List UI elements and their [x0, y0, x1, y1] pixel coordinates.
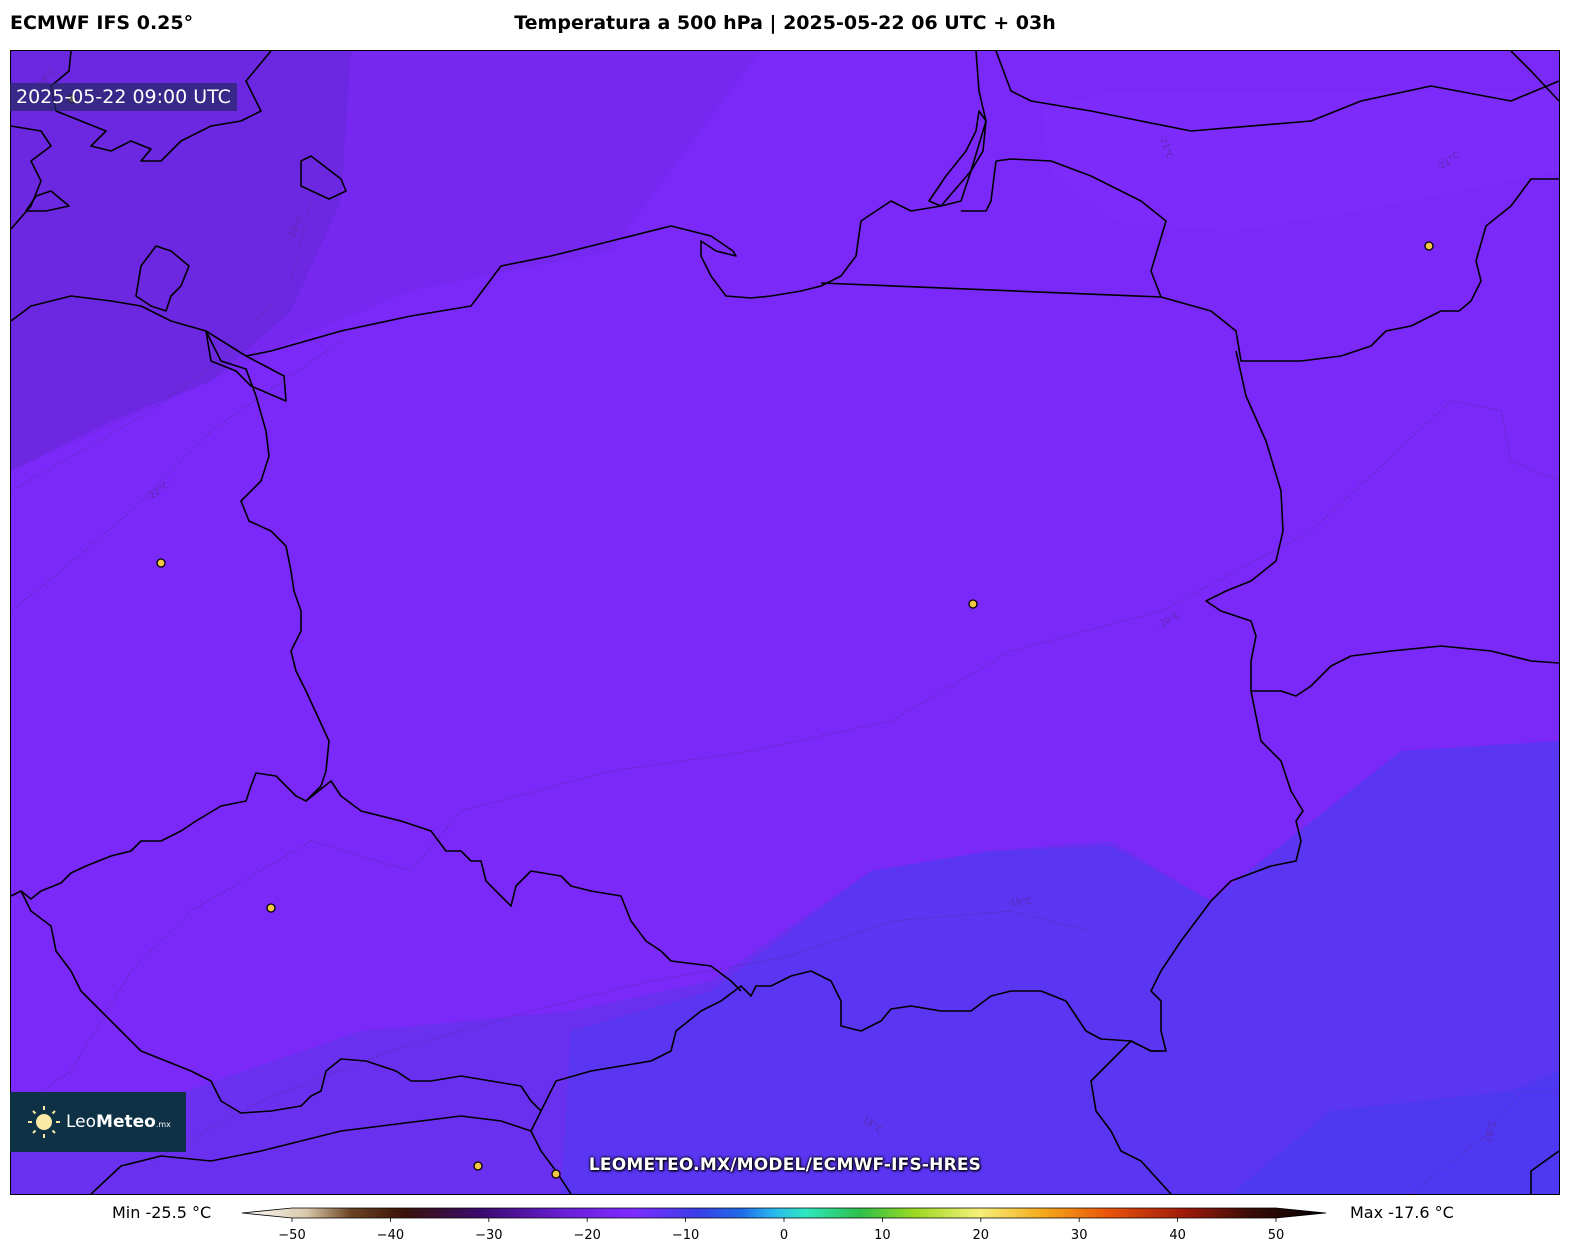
colorbar-tick-label: 40 — [1169, 1228, 1186, 1243]
map-title: Temperatura a 500 hPa | 2025-05-22 06 UT… — [514, 12, 1056, 34]
city-marker-vilnius[interactable] — [1424, 241, 1434, 251]
city-marker-berlin[interactable] — [156, 558, 166, 568]
colorbar: −50 −40 −30 −20 −10 0 10 20 30 40 50 — [241, 1207, 1327, 1243]
min-value-label: Min -25.5 °C — [112, 1203, 212, 1222]
colorbar-tick-label: 30 — [1071, 1228, 1088, 1243]
colorbar-tick-label: 50 — [1268, 1228, 1285, 1243]
sun-icon — [28, 1106, 60, 1138]
logo-text: LeoMeteo.mx — [66, 1112, 171, 1132]
colorbar-tick-label: 20 — [973, 1228, 990, 1243]
max-value-label: Max -17.6 °C — [1350, 1203, 1454, 1222]
colorbar-tick-label: −10 — [672, 1228, 699, 1243]
colorbar-ticks: −50 −40 −30 −20 −10 0 10 20 30 40 50 — [278, 1218, 1284, 1243]
colorbar-tick-label: −40 — [377, 1228, 404, 1243]
colorbar-gradient — [241, 1207, 1327, 1219]
colorbar-tick-label: −20 — [573, 1228, 600, 1243]
source-watermark: LEOMETEO.MX/MODEL/ECMWF-IFS-HRES — [588, 1155, 982, 1175]
map-panel[interactable]: -24°C -23°C -22°C -21°C -21°C -20°C -19°… — [10, 50, 1560, 1195]
temperature-map: -24°C -23°C -22°C -21°C -21°C -20°C -19°… — [11, 51, 1559, 1194]
colorbar-tick-label: 0 — [780, 1228, 788, 1243]
city-marker-warsaw[interactable] — [968, 599, 978, 609]
colorbar-tick-label: −30 — [475, 1228, 502, 1243]
city-marker-prague[interactable] — [266, 903, 276, 913]
leometeo-logo[interactable]: LeoMeteo.mx — [10, 1092, 186, 1152]
colorbar-tick-label: −50 — [278, 1228, 305, 1243]
colorbar-tick-label: 10 — [874, 1228, 891, 1243]
valid-time-badge: 2025-05-22 09:00 UTC — [10, 83, 237, 111]
